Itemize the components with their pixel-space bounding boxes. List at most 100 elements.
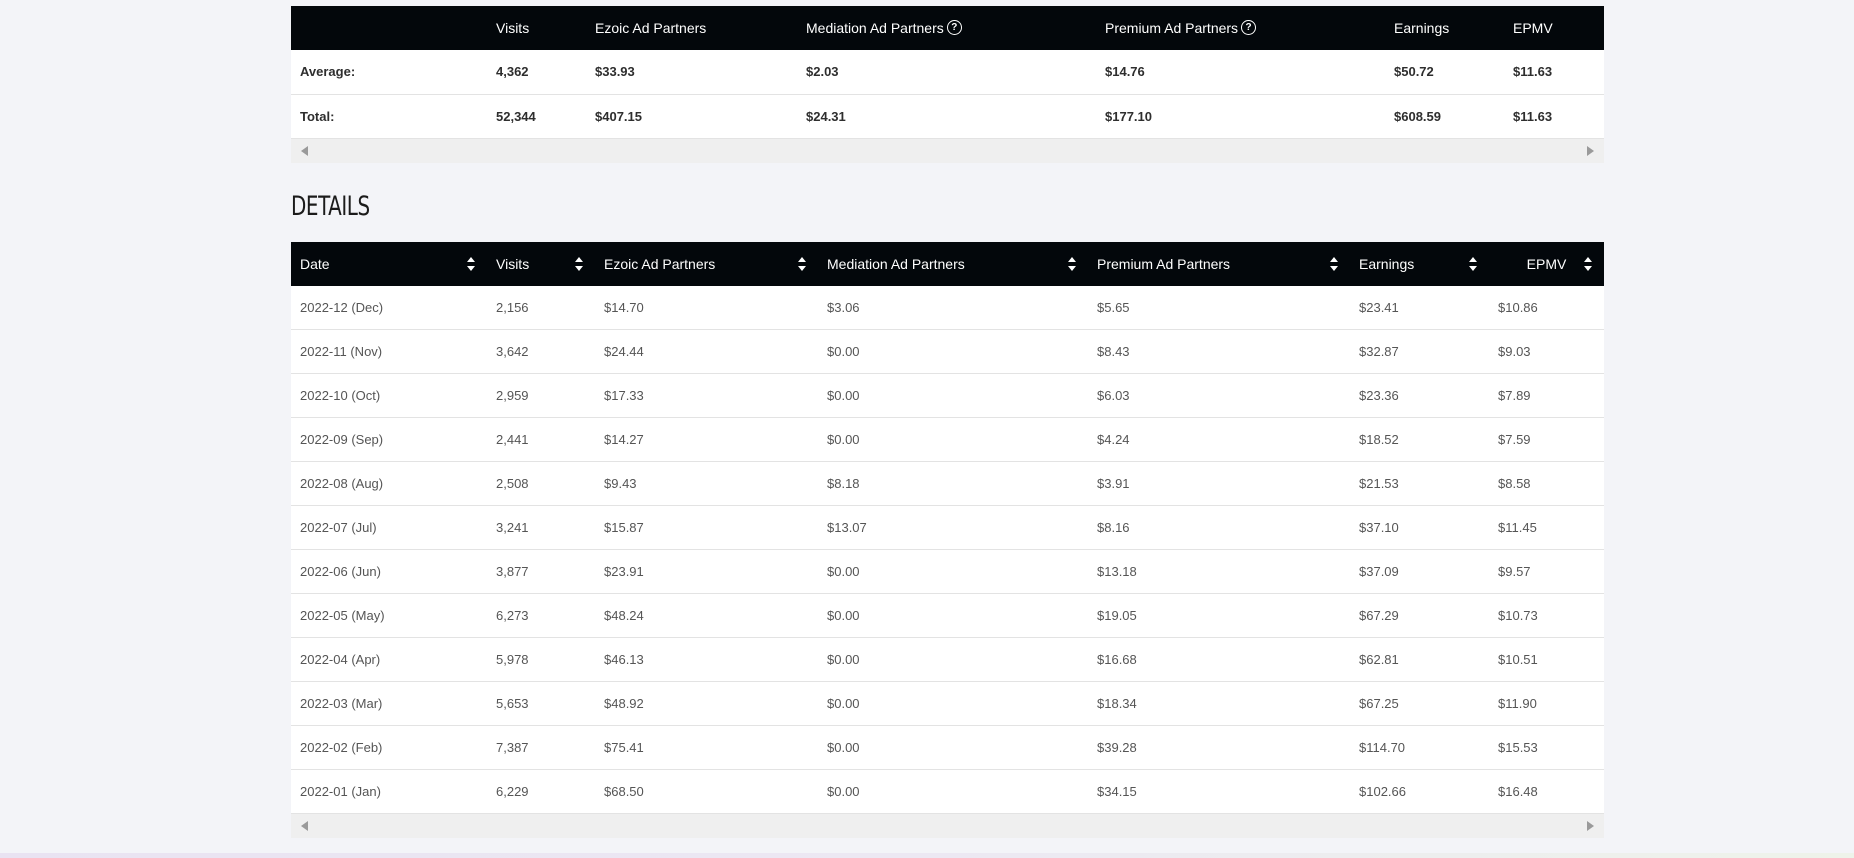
details-header-visits-label: Visits <box>496 255 530 272</box>
summary-cell: Average: <box>291 50 487 95</box>
table-cell: 3,877 <box>487 549 595 594</box>
summary-cell: 52,344 <box>487 94 586 139</box>
details-header-visits[interactable]: Visits <box>487 241 595 286</box>
sort-icon[interactable] <box>1330 256 1340 272</box>
details-horizontal-scrollbar[interactable] <box>291 814 1604 838</box>
table-cell: 2022-06 (Jun) <box>291 549 487 594</box>
table-cell: 5,978 <box>487 637 595 682</box>
help-icon[interactable]: ? <box>946 20 962 36</box>
table-cell: $0.00 <box>818 549 1088 594</box>
table-cell: $10.86 <box>1489 285 1604 330</box>
scroll-right-arrow-icon[interactable] <box>1587 145 1594 156</box>
table-cell: $5.65 <box>1088 285 1350 330</box>
summary-header-premium-label: Premium Ad Partners <box>1105 19 1239 36</box>
table-cell: $75.41 <box>595 725 818 770</box>
table-cell: $23.91 <box>595 549 818 594</box>
table-cell: $0.00 <box>818 681 1088 726</box>
summary-cell: $11.63 <box>1504 50 1604 95</box>
table-cell: $48.92 <box>595 681 818 726</box>
details-header-ezoic[interactable]: Ezoic Ad Partners <box>595 241 818 286</box>
details-header-epmv-label: EPMV <box>1526 255 1567 272</box>
summary-cell: $608.59 <box>1385 94 1504 139</box>
table-cell: $0.00 <box>818 725 1088 770</box>
table-cell: 2022-12 (Dec) <box>291 285 487 330</box>
summary-cell: $14.76 <box>1096 50 1385 95</box>
details-header-premium[interactable]: Premium Ad Partners <box>1088 241 1350 286</box>
table-row: 2022-05 (May) 6,273 $48.24 $0.00 $19.05 $67.2… <box>291 593 1604 638</box>
summary-cell: $407.15 <box>586 94 797 139</box>
sort-icon[interactable] <box>1068 256 1078 272</box>
details-table: Date Visits Ezoic Ad Partners Mediation … <box>291 241 1604 814</box>
table-cell: 2022-10 (Oct) <box>291 373 487 418</box>
table-cell: $10.51 <box>1489 637 1604 682</box>
summary-row-average: Average: 4,362 $33.93 $2.03 $14.76 $50.7… <box>291 50 1604 95</box>
table-cell: 2022-03 (Mar) <box>291 681 487 726</box>
sort-icon[interactable] <box>1469 256 1479 272</box>
summary-cell: $33.93 <box>586 50 797 95</box>
table-cell: $15.53 <box>1489 725 1604 770</box>
table-cell: 6,273 <box>487 593 595 638</box>
summary-horizontal-scrollbar[interactable] <box>291 138 1604 163</box>
bottom-border <box>0 853 1854 858</box>
table-cell: $7.59 <box>1489 417 1604 462</box>
table-cell: 2022-02 (Feb) <box>291 725 487 770</box>
scroll-left-arrow-icon[interactable] <box>301 145 308 156</box>
table-cell: 2022-01 (Jan) <box>291 769 487 814</box>
table-cell: $19.05 <box>1088 593 1350 638</box>
details-section-title: DETAILS <box>291 190 370 222</box>
table-cell: $23.36 <box>1350 373 1489 418</box>
table-row: 2022-10 (Oct) 2,959 $17.33 $0.00 $6.03 $23.36… <box>291 373 1604 418</box>
table-cell: $3.91 <box>1088 461 1350 506</box>
summary-header-mediation-label: Mediation Ad Partners <box>806 19 944 36</box>
table-cell: $15.87 <box>595 505 818 550</box>
table-cell: $6.03 <box>1088 373 1350 418</box>
table-cell: 2022-09 (Sep) <box>291 417 487 462</box>
table-cell: $24.44 <box>595 329 818 374</box>
table-cell: $10.73 <box>1489 593 1604 638</box>
table-cell: 2,441 <box>487 417 595 462</box>
summary-cell: $11.63 <box>1504 94 1604 139</box>
table-cell: $46.13 <box>595 637 818 682</box>
table-cell: $34.15 <box>1088 769 1350 814</box>
table-cell: $9.43 <box>595 461 818 506</box>
sort-icon[interactable] <box>575 256 585 272</box>
table-cell: $13.07 <box>818 505 1088 550</box>
table-cell: $16.68 <box>1088 637 1350 682</box>
summary-cell: $177.10 <box>1096 94 1385 139</box>
table-cell: 2,508 <box>487 461 595 506</box>
details-header-mediation[interactable]: Mediation Ad Partners <box>818 241 1088 286</box>
table-cell: $0.00 <box>818 373 1088 418</box>
scroll-left-arrow-icon[interactable] <box>301 821 308 831</box>
table-cell: $3.06 <box>818 285 1088 330</box>
table-cell: 3,642 <box>487 329 595 374</box>
table-cell: $0.00 <box>818 329 1088 374</box>
table-cell: $8.18 <box>818 461 1088 506</box>
details-header-date[interactable]: Date <box>291 241 487 286</box>
details-header-earnings-label: Earnings <box>1359 255 1415 272</box>
details-table-body: 2022-12 (Dec) 2,156 $14.70 $3.06 $5.65 $23.41… <box>291 285 1604 814</box>
sort-icon[interactable] <box>467 256 477 272</box>
help-icon[interactable]: ? <box>1241 20 1257 36</box>
table-cell: $9.03 <box>1489 329 1604 374</box>
details-header-epmv[interactable]: EPMV <box>1489 241 1604 286</box>
details-header-mediation-label: Mediation Ad Partners <box>827 255 965 272</box>
sort-icon[interactable] <box>1584 256 1594 272</box>
summary-cell: $2.03 <box>797 50 1096 95</box>
sort-icon[interactable] <box>798 256 808 272</box>
table-cell: 2022-08 (Aug) <box>291 461 487 506</box>
table-cell: $18.34 <box>1088 681 1350 726</box>
table-cell: $32.87 <box>1350 329 1489 374</box>
details-header-earnings[interactable]: Earnings <box>1350 241 1489 286</box>
scroll-right-arrow-icon[interactable] <box>1587 821 1594 831</box>
table-cell: $37.09 <box>1350 549 1489 594</box>
table-cell: 2022-07 (Jul) <box>291 505 487 550</box>
table-cell: $102.66 <box>1350 769 1489 814</box>
table-cell: 3,241 <box>487 505 595 550</box>
details-header-row: Date Visits Ezoic Ad Partners Mediation … <box>291 241 1604 286</box>
table-cell: 7,387 <box>487 725 595 770</box>
table-cell: $0.00 <box>818 417 1088 462</box>
table-row: 2022-02 (Feb) 7,387 $75.41 $0.00 $39.28 $114.… <box>291 725 1604 770</box>
details-header-date-label: Date <box>300 255 330 272</box>
summary-header-label <box>291 6 487 50</box>
details-header-premium-label: Premium Ad Partners <box>1097 255 1231 272</box>
